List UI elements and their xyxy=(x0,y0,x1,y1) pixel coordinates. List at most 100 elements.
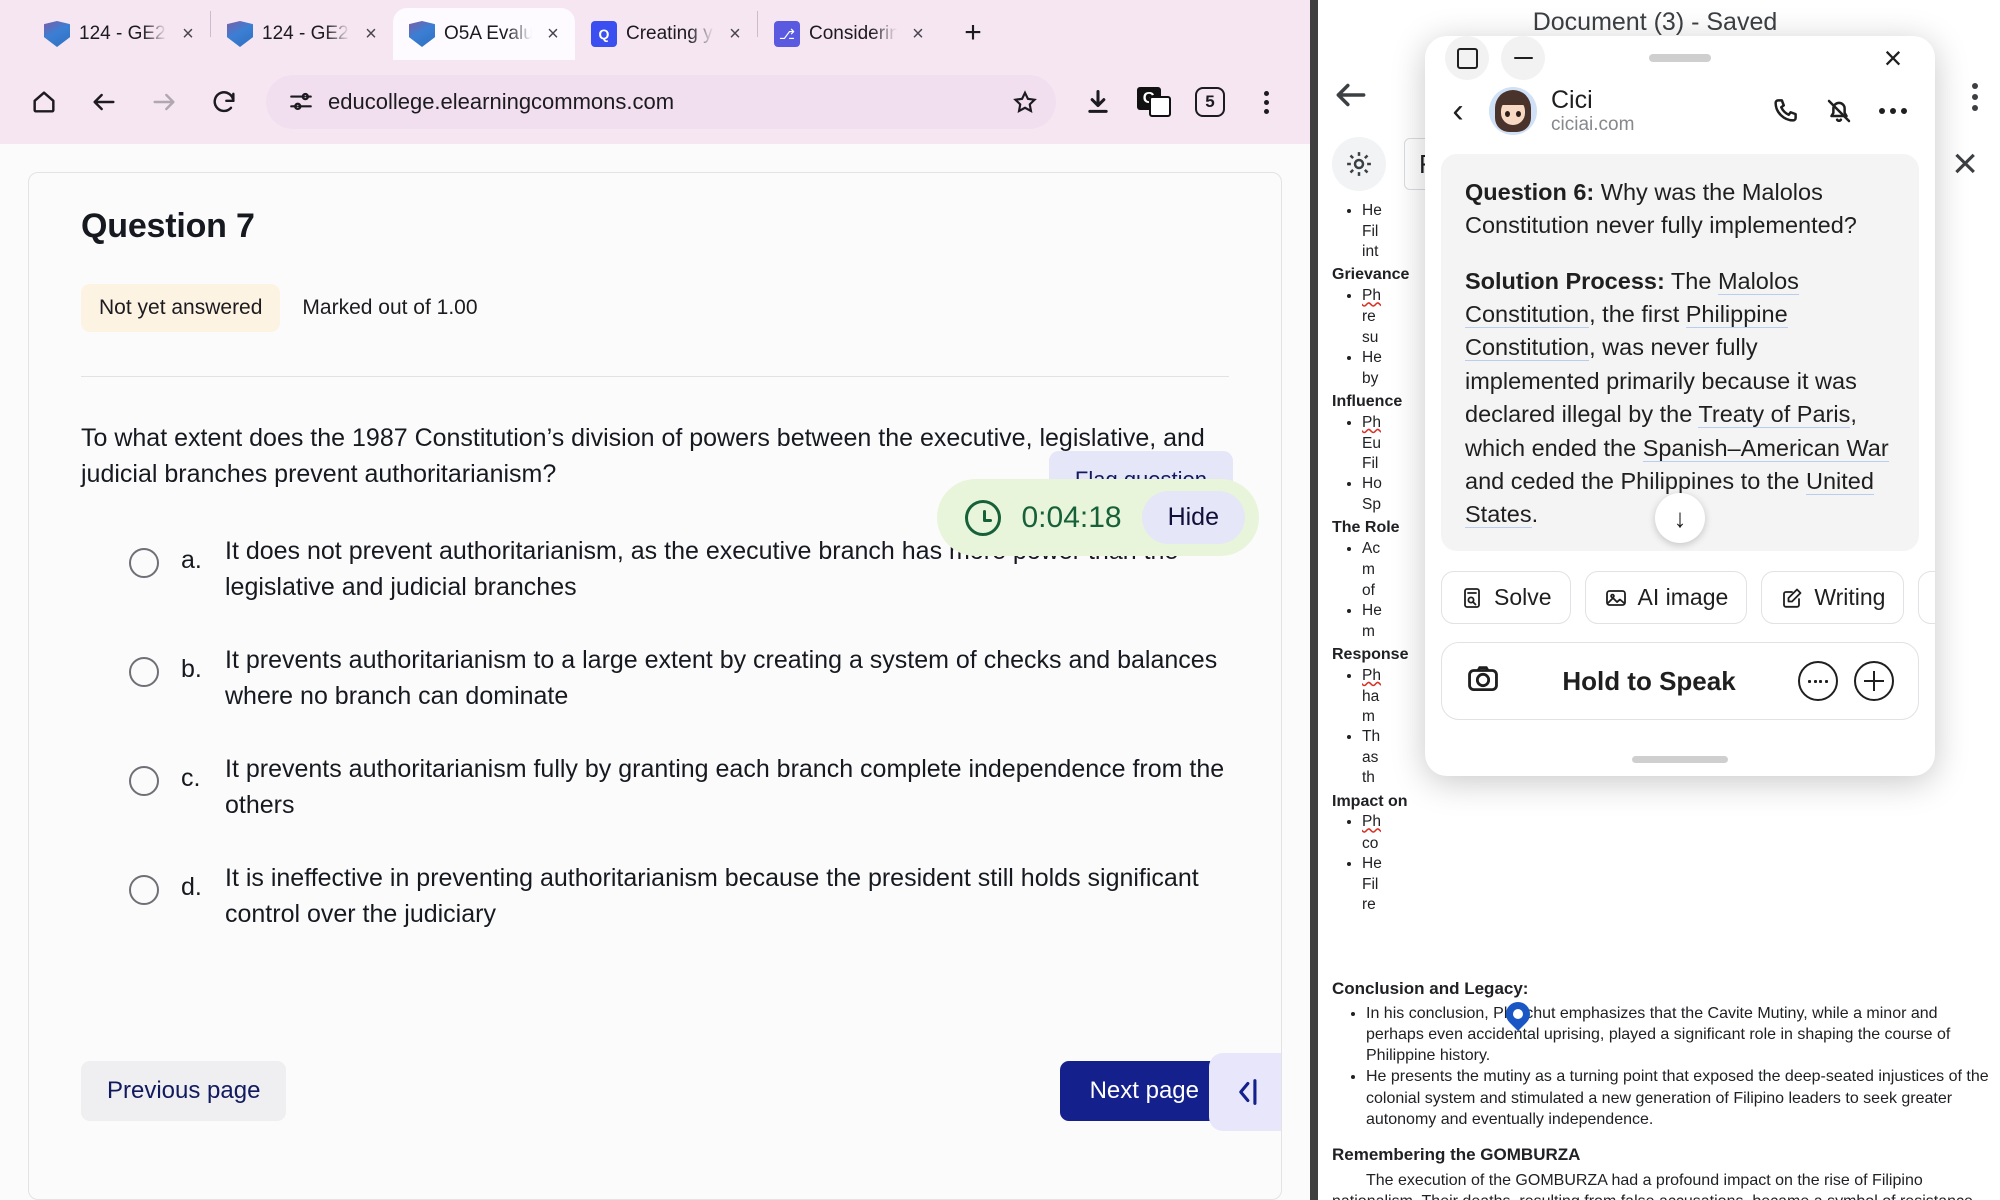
tab-title: 124 - GE2: C xyxy=(79,23,167,44)
radio-button[interactable] xyxy=(129,657,159,687)
tab-count-button[interactable]: 5 xyxy=(1184,76,1236,128)
back-arrow-icon[interactable] xyxy=(1332,76,1370,119)
browser-toolbar: educollege.elearningcommons.com G 5 xyxy=(0,60,1310,144)
document-title: Document (3) - Saved xyxy=(1532,8,1778,36)
back-arrow-icon[interactable] xyxy=(78,76,130,128)
ai-image-button[interactable]: AI image xyxy=(1584,571,1748,624)
close-icon[interactable]: × xyxy=(541,23,565,46)
chip-label: Writing xyxy=(1814,584,1886,610)
option-label: It is ineffective in preventing authorit… xyxy=(225,864,1199,928)
kebab-menu-icon[interactable] xyxy=(1240,76,1292,128)
minimize-icon[interactable] xyxy=(1501,36,1545,80)
forward-arrow-icon[interactable] xyxy=(138,76,190,128)
phone-icon[interactable] xyxy=(1765,91,1805,131)
plus-icon[interactable] xyxy=(1854,661,1894,701)
camera-icon[interactable] xyxy=(1466,662,1500,701)
download-icon[interactable] xyxy=(1072,76,1124,128)
browser-tab-3-active[interactable]: O5A Evaluat × xyxy=(393,8,575,60)
doc-heading-gomburza: Remembering the GOMBURZA xyxy=(1332,1145,1581,1165)
close-icon[interactable]: × xyxy=(1871,36,1915,80)
answer-option-d[interactable]: d. It is ineffective in preventing autho… xyxy=(81,861,1229,932)
cici-chat-panel: × ‹ Cici ciciai.com Question 6: Why was … xyxy=(1425,36,1935,776)
browser-tab-2[interactable]: 124 - GE2: C × xyxy=(211,8,393,60)
address-bar[interactable]: educollege.elearningcommons.com xyxy=(266,75,1056,129)
next-page-button[interactable]: Next page xyxy=(1059,1061,1229,1121)
google-translate-icon[interactable]: G xyxy=(1128,76,1180,128)
close-icon[interactable]: × xyxy=(1946,142,1978,186)
browser-tab-4[interactable]: Q Creating you × xyxy=(575,8,757,60)
chat-input-bar[interactable]: Hold to Speak xyxy=(1441,642,1919,720)
radio-button[interactable] xyxy=(129,548,159,578)
close-icon[interactable]: × xyxy=(176,23,200,46)
quizlet-q-icon: Q xyxy=(591,21,617,47)
solution-label: Solution Process: xyxy=(1465,267,1665,294)
close-icon[interactable]: × xyxy=(906,23,930,46)
tab-title: Considering xyxy=(809,23,897,44)
new-tab-button[interactable]: + xyxy=(950,10,996,56)
radio-button[interactable] xyxy=(129,766,159,796)
status-badge: Not yet answered xyxy=(81,284,281,332)
solution-text: . xyxy=(1531,501,1539,528)
browser-window: 124 - GE2: C × 124 - GE2: C × O5A Evalua… xyxy=(0,0,1310,1200)
window-edge xyxy=(1310,0,1318,1200)
hide-timer-button[interactable]: Hide xyxy=(1141,491,1245,544)
link-treaty-of-paris[interactable]: Treaty of Paris xyxy=(1698,401,1851,429)
chip-label: AI image xyxy=(1637,584,1729,610)
star-icon[interactable] xyxy=(1010,87,1040,117)
close-icon[interactable]: × xyxy=(723,23,747,46)
option-label: It prevents authoritarianism to a large … xyxy=(225,646,1218,710)
maximize-icon[interactable] xyxy=(1445,36,1489,80)
radio-button[interactable] xyxy=(129,875,159,905)
chevron-left-icon[interactable]: ‹ xyxy=(1441,92,1475,131)
question-label: Question 6: xyxy=(1465,179,1595,205)
option-letter: b. xyxy=(181,655,202,683)
kebab-menu-icon[interactable] xyxy=(1972,83,1978,111)
u-icon: ⎇ xyxy=(774,21,800,47)
shield-icon xyxy=(227,21,253,47)
collapse-panel-icon[interactable] xyxy=(1209,1053,1281,1131)
previous-page-button[interactable]: Previous page xyxy=(81,1061,287,1121)
outline-cont: re xyxy=(1362,895,1376,913)
solve-button[interactable]: Solve xyxy=(1441,571,1571,624)
answer-option-c[interactable]: c. It prevents authoritarianism fully by… xyxy=(81,752,1229,823)
screen: 124 - GE2: C × 124 - GE2: C × O5A Evalua… xyxy=(0,0,2000,1200)
question-meta: Not yet answered Marked out of 1.00 xyxy=(81,284,1229,332)
solution-text: and ceded the Philippines to the xyxy=(1465,467,1807,494)
toolbar-actions: G 5 xyxy=(1072,76,1292,128)
scroll-down-icon[interactable]: ↓ xyxy=(1655,493,1705,543)
clock-icon xyxy=(965,499,1002,536)
divider xyxy=(81,376,1229,377)
tab-strip: 124 - GE2: C × 124 - GE2: C × O5A Evalua… xyxy=(0,0,1310,60)
cici-footer-handle[interactable] xyxy=(1425,742,1935,776)
browser-tab-1[interactable]: 124 - GE2: C × xyxy=(28,8,210,60)
answer-option-b[interactable]: b. It prevents authoritarianism to a lar… xyxy=(81,643,1229,714)
outline-cont: Fil xyxy=(1362,875,1379,893)
more-options-icon[interactable] xyxy=(1873,91,1913,131)
link-spanish-american-war[interactable]: Spanish–American War xyxy=(1642,434,1889,462)
option-letter: a. xyxy=(181,546,202,574)
shield-icon xyxy=(409,21,435,47)
bell-muted-icon[interactable] xyxy=(1819,91,1859,131)
chip-label: Solve xyxy=(1494,584,1552,610)
tab-title: Creating you xyxy=(626,23,714,44)
site-settings-icon[interactable] xyxy=(286,87,316,117)
keyboard-icon[interactable] xyxy=(1798,661,1838,701)
chat-message-bubble: Question 6: Why was the Malolos Constitu… xyxy=(1441,154,1919,551)
timer-value: 0:04:18 xyxy=(1021,500,1122,534)
tab-title: 124 - GE2: C xyxy=(262,23,350,44)
list-item: He presents the mutiny as a turning poin… xyxy=(1366,1066,1994,1130)
browser-tab-5[interactable]: ⎇ Considering × xyxy=(758,8,940,60)
hold-to-speak-button[interactable]: Hold to Speak xyxy=(1516,666,1782,697)
writing-button[interactable]: Writing xyxy=(1761,571,1905,624)
tab-count-label: 5 xyxy=(1195,87,1225,117)
reload-icon[interactable] xyxy=(198,76,250,128)
gear-icon[interactable] xyxy=(1332,137,1386,191)
list-item: Ph xyxy=(1362,812,1986,832)
close-icon[interactable]: × xyxy=(359,23,383,46)
home-icon[interactable] xyxy=(18,76,70,128)
drag-handle[interactable] xyxy=(1649,54,1711,62)
answer-options: a. It does not prevent authoritarianism,… xyxy=(81,534,1229,932)
solution-text: , the first xyxy=(1589,301,1686,328)
question-paragraph: Question 6: Why was the Malolos Constitu… xyxy=(1465,176,1895,243)
translate-button[interactable]: Transla xyxy=(1918,571,1935,624)
